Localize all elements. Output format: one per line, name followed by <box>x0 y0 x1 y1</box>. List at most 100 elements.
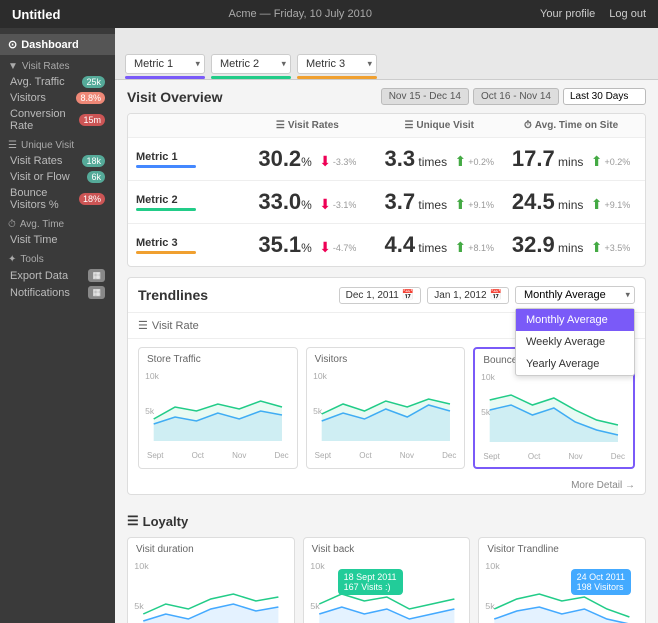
loyalty-icon: ☰ <box>127 513 139 529</box>
sidebar-bounce-visitors[interactable]: Bounce Visitors % 18% <box>0 185 115 213</box>
loyalty-chart-visit-duration: Visit duration 10k 5k Sept Oct N <box>127 537 295 623</box>
loyalty-visit-back-area: 18 Sept 2011167 Visits :) 10k 5k <box>308 559 466 623</box>
metric1-unique-visit: 3.3 times ⬆ +0.2% <box>373 146 505 172</box>
content-area: Visit Overview Nov 15 - Dec 14 Oct 16 - … <box>115 80 658 513</box>
sidebar-visit-rates[interactable]: Visit Rates 18k <box>0 153 115 169</box>
loyalty-visit-duration-area: 10k 5k <box>132 559 290 623</box>
end-date-input[interactable]: Jan 1, 2012 📅 <box>427 287 509 304</box>
trendlines-title: Trendlines <box>138 287 208 303</box>
trend-up-icon6: ⬆ <box>591 239 603 256</box>
trend-up-icon2: ⬆ <box>591 153 603 170</box>
calendar-icon2: 📅 <box>490 290 502 301</box>
loyalty-visitor-trandline-area: 24 Oct 2011198 Visitors 10k 5k <box>483 559 641 623</box>
svg-text:10k: 10k <box>310 561 325 570</box>
sidebar-section-avg-time: ⏱ Avg. Time Visit Time <box>0 213 115 248</box>
start-date-input[interactable]: Dec 1, 2011 📅 <box>339 287 422 304</box>
trend-up-icon: ⬆ <box>454 153 466 170</box>
header-date: Acme — Friday, 10 July 2010 <box>228 8 371 20</box>
period-option-monthly[interactable]: Monthly Average <box>516 309 634 331</box>
svg-text:5k: 5k <box>134 601 144 610</box>
toggle-icon2: ☰ <box>8 140 17 151</box>
tools-icon: ✦ <box>8 254 16 265</box>
overview-row-metric1: Metric 1 30.2% ⬇ -3.3% 3.3 times ⬆ <box>128 138 645 181</box>
th-unique-visit: ☰ Unique Visit <box>373 120 505 131</box>
metric3-label-col: Metric 3 <box>136 237 241 254</box>
date-range-btn1[interactable]: Nov 15 - Dec 14 <box>381 88 469 105</box>
dashboard-icon: ⊙ <box>8 38 17 51</box>
period-option-yearly[interactable]: Yearly Average <box>516 353 634 375</box>
th-avg-time: ⏱ Avg. Time on Site <box>505 120 637 131</box>
metric1-bar <box>136 165 196 168</box>
sidebar-conversion-rate[interactable]: Conversion Rate 15m <box>0 106 115 134</box>
svg-text:10k: 10k <box>313 372 328 381</box>
svg-text:10k: 10k <box>134 561 149 570</box>
metric3-unique-visit: 4.4 times ⬆ +8.1% <box>373 232 505 258</box>
trend-up-icon3: ⬆ <box>454 196 466 213</box>
trend-up-icon5: ⬆ <box>454 239 466 256</box>
metric3-avg-time: 32.9 mins ⬆ +3.5% <box>505 232 637 258</box>
period-option-weekly[interactable]: Weekly Average <box>516 331 634 353</box>
chart-visitors-title: Visitors <box>311 352 461 367</box>
tab-metric1[interactable]: Metric 1 <box>125 54 205 79</box>
tab-metric2-select[interactable]: Metric 2 <box>211 54 291 74</box>
header-actions: Your profile Log out <box>540 8 646 20</box>
sidebar-dashboard[interactable]: ⊙ Dashboard <box>0 34 115 55</box>
visit-overview-header: Visit Overview Nov 15 - Dec 14 Oct 16 - … <box>127 88 646 105</box>
tab-metric3-select[interactable]: Metric 3 <box>297 54 377 74</box>
visit-rates-icon: ☰ <box>276 120 285 131</box>
metric2-bar <box>136 208 196 211</box>
chart-store-traffic-x: Sept Oct Nov Dec <box>143 449 293 462</box>
svg-text:5k: 5k <box>481 408 491 417</box>
trendlines-section: Trendlines Dec 1, 2011 📅 Jan 1, 2012 📅 <box>127 277 646 495</box>
logout-link[interactable]: Log out <box>609 8 646 20</box>
period-dropdown-wrap: Monthly Average Weekly Average Yearly Av… <box>515 286 635 304</box>
sidebar-section-visit-rates: ▼ Visit Rates Avg. Traffic 25k Visitors … <box>0 55 115 134</box>
header: Untitled Acme — Friday, 10 July 2010 You… <box>0 0 658 28</box>
overview-thead: ☰ Visit Rates ☰ Unique Visit ⏱ Avg. Time… <box>128 114 645 138</box>
sidebar-section-tools: ✦ Tools Export Data ▦ Notifications ▦ <box>0 248 115 301</box>
chart-visitors: Visitors 10k 5k S <box>306 347 466 469</box>
loyalty-visit-back-title: Visit back <box>308 542 466 557</box>
chart-store-traffic-title: Store Traffic <box>143 352 293 367</box>
profile-link[interactable]: Your profile <box>540 8 595 20</box>
sidebar-visit-or-flow[interactable]: Visit or Flow 6k <box>0 169 115 185</box>
metric3-visit-rate: 35.1% ⬇ -4.7% <box>241 232 373 258</box>
toggle-icon: ▼ <box>8 61 18 72</box>
visit-overview-title: Visit Overview <box>127 89 222 105</box>
unique-visit-icon: ☰ <box>404 120 413 131</box>
sidebar-export-data[interactable]: Export Data ▦ <box>0 267 115 284</box>
chart-visitors-x: Sept Oct Nov Dec <box>311 449 461 462</box>
sidebar-visitors[interactable]: Visitors 8.8% <box>0 90 115 106</box>
trend-down-icon2: ⬇ <box>319 196 331 213</box>
chart-bounce-rate-x: Sept Oct Nov Dec <box>479 450 629 463</box>
sidebar-tools-title[interactable]: ✦ Tools <box>0 248 115 267</box>
sidebar-avg-time-title[interactable]: ⏱ Avg. Time <box>0 213 115 232</box>
sidebar-unique-visit-title[interactable]: ☰ Unique Visit <box>0 134 115 153</box>
visitor-trandline-tooltip: 24 Oct 2011198 Visitors <box>571 569 631 595</box>
loyalty-charts-row: Visit duration 10k 5k Sept Oct N <box>127 537 646 623</box>
sidebar-visit-rates-title[interactable]: ▼ Visit Rates <box>0 55 115 74</box>
main-content: Metric 1 Metric 2 Metric 3 <box>115 28 658 623</box>
period-select[interactable]: Last 30 Days Last 7 Days Last 90 Days <box>563 88 646 105</box>
more-detail-link[interactable]: More Detail → <box>128 477 645 494</box>
tab-metric1-select[interactable]: Metric 1 <box>125 54 205 74</box>
overview-row-metric3: Metric 3 35.1% ⬇ -4.7% 4.4 times ⬆ <box>128 224 645 266</box>
app-title: Untitled <box>12 7 60 22</box>
sidebar-notifications[interactable]: Notifications ▦ <box>0 284 115 301</box>
loyalty-chart-visit-back: Visit back 18 Sept 2011167 Visits :) 10k… <box>303 537 471 623</box>
period-dropdown-overlay: Monthly Average Weekly Average Yearly Av… <box>515 308 635 376</box>
sidebar-avg-traffic[interactable]: Avg. Traffic 25k <box>0 74 115 90</box>
sidebar-visit-time[interactable]: Visit Time <box>0 232 115 248</box>
metric3-bar <box>136 251 196 254</box>
tab-metric2-underline <box>211 76 291 79</box>
metric2-visit-rate: 33.0% ⬇ -3.1% <box>241 189 373 215</box>
trend-up-icon4: ⬆ <box>591 196 603 213</box>
svg-text:5k: 5k <box>145 407 155 416</box>
visit-back-tooltip: 18 Sept 2011167 Visits :) <box>338 569 403 595</box>
period-dropdown[interactable]: Monthly Average Weekly Average Yearly Av… <box>515 286 635 304</box>
date-range-btn2[interactable]: Oct 16 - Nov 14 <box>473 88 559 105</box>
tab-metric2[interactable]: Metric 2 <box>211 54 291 79</box>
svg-text:5k: 5k <box>310 601 320 610</box>
tab-metric3[interactable]: Metric 3 <box>297 54 377 79</box>
tab-bar: Metric 1 Metric 2 Metric 3 <box>115 28 658 80</box>
